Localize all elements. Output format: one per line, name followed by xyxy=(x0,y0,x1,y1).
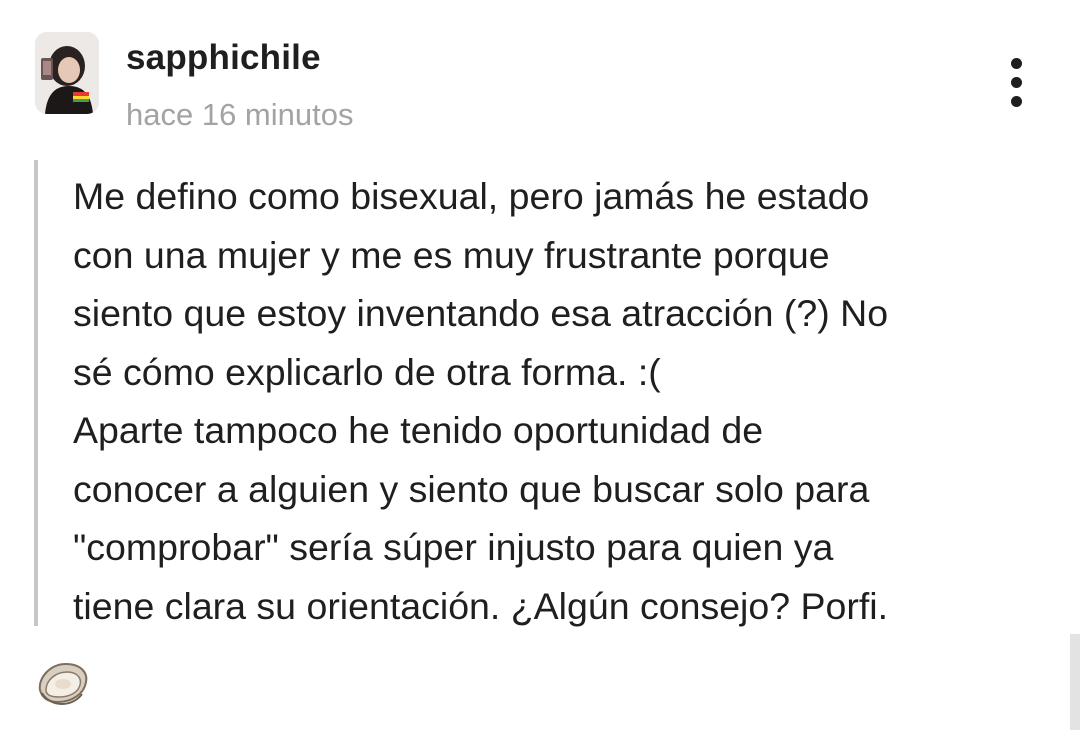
post-body-line: Aparte tampoco he tenido oportunidad de xyxy=(73,409,764,451)
avatar[interactable] xyxy=(35,32,99,114)
more-options-button[interactable] xyxy=(996,56,1038,110)
post-body-line: sé cómo explicarlo de otra forma. :( xyxy=(73,350,661,393)
post-body-line: tiene clara su orientación. ¿Algún conse… xyxy=(73,584,889,627)
post-body-line: Me defino como bisexual, pero jamás he e… xyxy=(73,175,870,217)
post-body-line: con una mujer y me es muy frustrante por… xyxy=(73,233,830,276)
post-timestamp: hace 16 minutos xyxy=(126,97,354,132)
oyster-icon[interactable] xyxy=(36,660,90,706)
ellipsis-dot xyxy=(1011,77,1022,88)
username[interactable]: sapphichile xyxy=(126,38,321,78)
vertical-ellipsis-icon xyxy=(1011,58,1022,69)
quote-bar xyxy=(34,160,38,626)
post-body-line: siento que estoy inventando esa atracció… xyxy=(73,292,889,334)
ellipsis-dot xyxy=(1011,96,1022,107)
avatar-image xyxy=(35,32,99,114)
post-body-line: "comprobar" sería súper injusto para qui… xyxy=(73,526,834,568)
scroll-indicator xyxy=(1070,634,1080,730)
post-body-line: conocer a alguien y siento que buscar so… xyxy=(73,467,870,510)
post-body: Me defino como bisexual, pero jamás he e… xyxy=(73,167,1053,635)
